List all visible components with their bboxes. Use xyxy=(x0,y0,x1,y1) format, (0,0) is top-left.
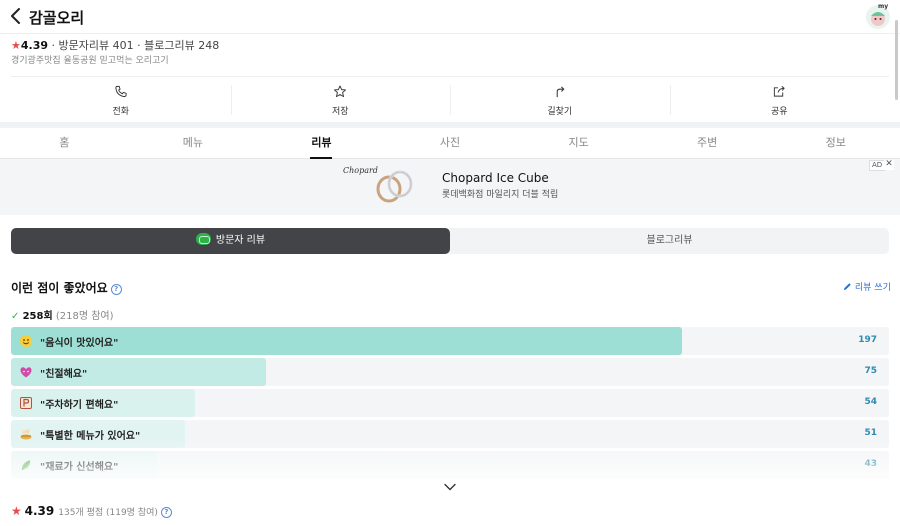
rating-score: 4.39 xyxy=(20,39,49,52)
call-button[interactable]: 전화 xyxy=(11,77,231,122)
share-label: 공유 xyxy=(770,107,788,117)
liked-point-row[interactable]: "특별한 메뉴가 있어요" 51 xyxy=(11,420,889,448)
ad-close-button[interactable]: ✕ xyxy=(884,160,894,170)
liked-points-list: "음식이 맛있어요" 197 "친절해요" 75 "주차하기 편해요" 54 "… xyxy=(11,327,889,482)
ad-banner[interactable]: Chopard Chopard Ice Cube 롯데백화점 마일리지 더블 적… xyxy=(0,159,900,215)
chef-icon xyxy=(20,429,32,440)
help-icon[interactable]: ? xyxy=(160,507,172,518)
directions-icon xyxy=(556,86,565,98)
liked-point-row[interactable]: "재료가 신선해요" 43 xyxy=(11,451,889,479)
liked-point-label: "재료가 신선해요" xyxy=(40,462,119,473)
call-label: 전화 xyxy=(112,107,130,117)
tab-menu[interactable]: 메뉴 xyxy=(129,128,258,158)
action-bar: 전화 저장 길찾기 공유 xyxy=(11,76,889,122)
write-review-button[interactable]: 리뷰 쓰기 xyxy=(843,280,891,293)
visitor-review-count[interactable]: 방문자리뷰 401 xyxy=(59,39,134,52)
write-review-label: 리뷰 쓰기 xyxy=(854,283,891,293)
tab-reviews[interactable]: 리뷰 xyxy=(257,128,386,159)
liked-point-count: 54 xyxy=(864,397,877,407)
parking-icon xyxy=(20,397,32,409)
liked-point-count: 75 xyxy=(864,366,877,376)
liked-point-count: 51 xyxy=(864,428,877,438)
ad-title: Chopard Ice Cube xyxy=(442,171,549,185)
liked-point-count: 197 xyxy=(858,335,877,345)
ad-label-badge: AD xyxy=(869,160,886,171)
top-bar: 감골오리 my xyxy=(0,0,900,34)
scrollbar[interactable] xyxy=(895,20,898,100)
chevron-down-icon[interactable] xyxy=(443,482,457,492)
tab-map[interactable]: 지도 xyxy=(514,128,643,158)
heart-face-icon xyxy=(20,367,32,378)
pencil-icon xyxy=(843,283,851,291)
liked-point-row[interactable]: "주차하기 편해요" 54 xyxy=(11,389,889,417)
blog-review-count[interactable]: 블로그리뷰 248 xyxy=(144,39,219,52)
place-title: 감골오리 xyxy=(29,9,85,27)
smiley-icon xyxy=(20,335,32,347)
tab-photos[interactable]: 사진 xyxy=(386,128,515,158)
phone-icon xyxy=(115,85,127,98)
visitor-review-tab[interactable]: 방문자 리뷰 xyxy=(11,228,450,254)
share-button[interactable]: 공유 xyxy=(669,77,890,122)
rating-meta: 135개 평점 (119명 참여) xyxy=(58,508,158,518)
participant-count: (218명 참여) xyxy=(55,311,114,322)
tab-nearby[interactable]: 주변 xyxy=(643,128,772,158)
tab-info[interactable]: 정보 xyxy=(771,128,900,158)
liked-points-title: 이런 점이 좋았어요 xyxy=(11,281,108,295)
blog-review-tab[interactable]: 블로그리뷰 xyxy=(450,228,889,254)
vote-total: 258 xyxy=(22,311,44,322)
vote-unit: 회 xyxy=(43,311,53,322)
liked-point-label: "특별한 메뉴가 있어요" xyxy=(40,431,141,442)
liked-point-label: "주차하기 편해요" xyxy=(40,400,119,411)
place-description: 경기광주맛집 율동공원 믿고먹는 오리고기 xyxy=(11,56,169,66)
ring-image-icon xyxy=(376,170,413,203)
leaf-icon xyxy=(21,460,31,471)
liked-point-count: 43 xyxy=(864,459,877,469)
directions-button[interactable]: 길찾기 xyxy=(450,77,670,122)
liked-points-heading: 이런 점이 좋았어요? xyxy=(11,279,122,296)
star-rating-summary: ★ 4.39 135개 평점 (119명 참여)? xyxy=(11,504,172,518)
liked-point-label: "음식이 맛있어요" xyxy=(40,338,119,349)
receipt-badge-icon xyxy=(195,233,211,245)
share-icon xyxy=(774,86,786,97)
save-label: 저장 xyxy=(331,107,349,117)
review-type-toggle: 방문자 리뷰 블로그리뷰 xyxy=(11,228,889,254)
tab-bar: 홈 메뉴 리뷰 사진 지도 주변 정보 xyxy=(0,128,900,159)
visitor-review-label: 방문자 리뷰 xyxy=(215,235,266,246)
bottom-rating-score: 4.39 xyxy=(24,504,55,518)
vote-count: ✓ 258회 (218명 참여) xyxy=(11,307,114,322)
rating-summary: ★4.39 · 방문자리뷰 401 · 블로그리뷰 248 xyxy=(11,39,220,52)
rating-star-icon: ★ xyxy=(11,504,22,518)
directions-label: 길찾기 xyxy=(547,107,573,117)
back-arrow-icon[interactable] xyxy=(8,7,24,25)
rating-star-icon: ★ xyxy=(11,39,21,52)
check-icon: ✓ xyxy=(11,311,20,322)
liked-point-row[interactable]: "친절해요" 75 xyxy=(11,358,889,386)
tab-home[interactable]: 홈 xyxy=(0,128,129,158)
ad-subtitle: 롯데백화점 마일리지 더블 적립 xyxy=(442,190,559,200)
my-tag: my xyxy=(878,3,889,10)
liked-point-row[interactable]: "음식이 맛있어요" 197 xyxy=(11,327,889,355)
help-icon[interactable]: ? xyxy=(110,284,122,295)
save-button[interactable]: 저장 xyxy=(230,77,451,122)
star-icon xyxy=(334,85,347,98)
liked-point-label: "친절해요" xyxy=(40,369,88,380)
